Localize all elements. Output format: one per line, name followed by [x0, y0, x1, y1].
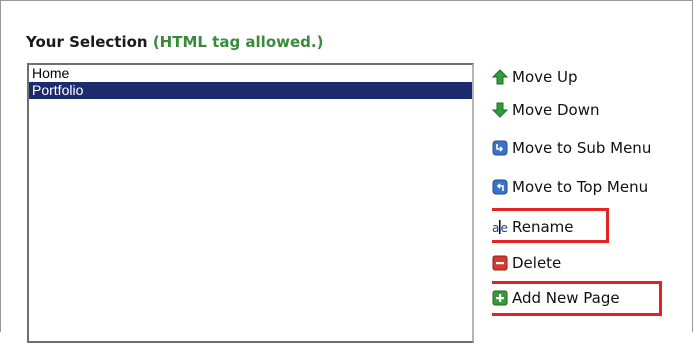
move-to-top-menu-button[interactable]: Move to Top Menu [492, 176, 648, 198]
move-to-sub-menu-label: Move to Sub Menu [512, 139, 652, 157]
delete-icon [492, 255, 508, 271]
list-item-home[interactable]: Home [29, 65, 472, 82]
delete-button[interactable]: Delete [492, 252, 561, 274]
rename-highlight-box [492, 208, 609, 243]
actions-panel: Move Up Move Down Move to Sub Menu Move … [492, 0, 693, 332]
section-title: Your Selection (HTML tag allowed.) [26, 33, 323, 51]
move-up-button[interactable]: Move Up [492, 66, 578, 88]
delete-label: Delete [512, 254, 562, 272]
selection-listbox[interactable]: Home Portfolio [27, 63, 474, 343]
list-item-portfolio[interactable]: Portfolio [29, 82, 472, 99]
move-sub-menu-icon [492, 140, 508, 156]
move-to-sub-menu-button[interactable]: Move to Sub Menu [492, 137, 651, 159]
section-title-text: Your Selection [26, 33, 148, 51]
move-top-menu-icon [492, 179, 508, 195]
arrow-down-icon [492, 102, 508, 118]
move-down-button[interactable]: Move Down [492, 99, 600, 121]
arrow-up-icon [492, 69, 508, 85]
html-allowed-note: (HTML tag allowed.) [152, 33, 324, 51]
move-up-label: Move Up [512, 68, 578, 86]
move-to-top-menu-label: Move to Top Menu [512, 178, 649, 196]
add-new-page-highlight-box [492, 281, 662, 316]
move-down-label: Move Down [512, 101, 600, 119]
